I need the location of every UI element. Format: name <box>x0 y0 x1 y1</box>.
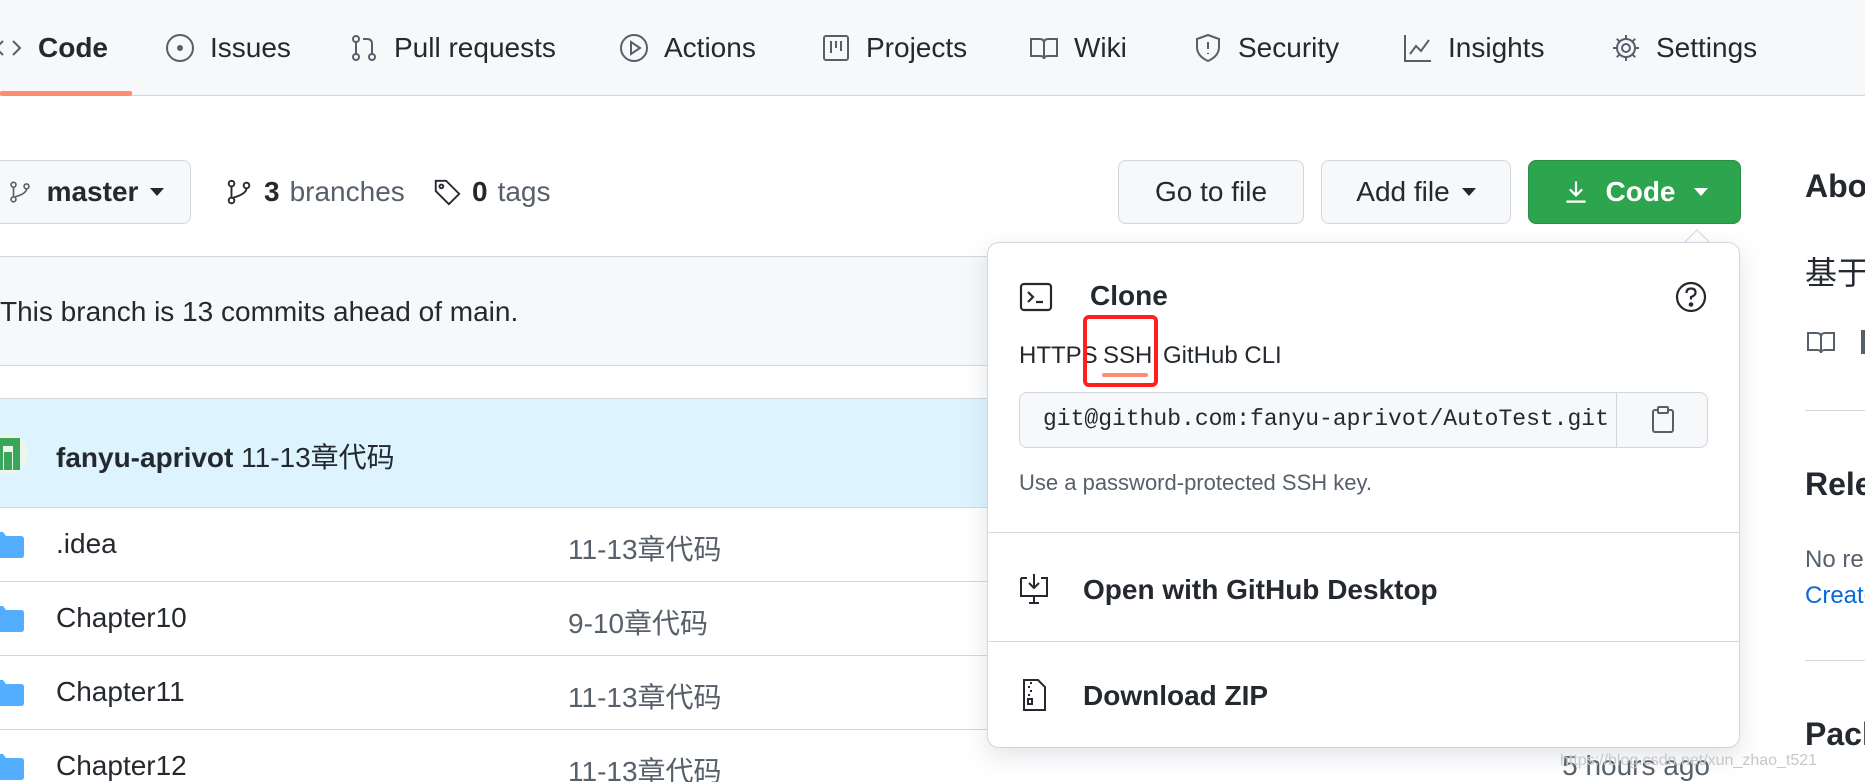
file-name[interactable]: .idea <box>56 528 117 560</box>
folder-icon <box>0 606 24 632</box>
tab-label: Projects <box>866 32 968 63</box>
dropdown-divider <box>987 532 1740 533</box>
add-file-label: Add file <box>1356 176 1450 207</box>
tags-link[interactable]: 0 tags <box>432 176 551 208</box>
tags-count: 0 <box>472 176 488 207</box>
issue-icon <box>166 34 194 62</box>
tab-pull-requests[interactable]: Pull requests <box>348 28 556 68</box>
tab-label: Security <box>1238 32 1340 63</box>
go-to-file-label: Go to file <box>1154 176 1268 207</box>
clone-url-text[interactable]: git@github.com:fanyu-aprivot/AutoTest.gi… <box>1043 406 1609 432</box>
code-button-label: Code <box>1605 176 1676 207</box>
clone-title: Clone <box>1090 280 1168 311</box>
play-icon <box>620 34 648 62</box>
branch-ahead-text: This branch is 13 commits ahead of main. <box>0 296 519 327</box>
tab-label: Wiki <box>1074 32 1127 63</box>
dropdown-divider <box>987 641 1740 642</box>
tab-settings[interactable]: Settings <box>1610 28 1757 68</box>
graph-icon <box>1404 35 1431 62</box>
tab-label: Code <box>38 32 108 63</box>
repo-description: 基于 <box>1805 255 1865 291</box>
tab-issues[interactable]: Issues <box>164 28 291 68</box>
tab-label: Settings <box>1656 32 1758 63</box>
tab-insights[interactable]: Insights <box>1402 28 1545 68</box>
tab-label: Pull requests <box>394 32 556 63</box>
project-icon <box>823 35 849 61</box>
about-heading: Abo <box>1805 168 1865 204</box>
tab-github-cli[interactable]: GitHub CLI <box>1163 342 1282 370</box>
branch-icon <box>9 181 30 203</box>
chevron-down-icon <box>150 188 165 196</box>
desktop-download-icon <box>1020 574 1048 604</box>
file-name[interactable]: Chapter10 <box>56 602 187 634</box>
pull-request-icon <box>352 35 376 61</box>
latest-commit-text: fanyu-aprivot 11-13章代码 <box>56 436 395 476</box>
chevron-down-icon <box>1461 188 1476 196</box>
folder-icon <box>0 532 24 558</box>
branches-label: branches <box>289 176 405 207</box>
tab-projects[interactable]: Projects <box>820 28 967 68</box>
packages-heading[interactable]: Pack <box>1805 716 1865 753</box>
book-icon <box>1807 332 1835 354</box>
tab-security[interactable]: Security <box>1192 28 1339 68</box>
tab-label: Insights <box>1448 32 1545 63</box>
annotation-highlight-box <box>1083 315 1158 387</box>
branch-select-button[interactable]: master <box>0 160 191 224</box>
tab-label: Actions <box>664 32 756 63</box>
file-zip-icon <box>1023 679 1046 711</box>
branch-name: master <box>46 176 139 207</box>
branches-count: 3 <box>264 176 280 207</box>
branches-link[interactable]: 3 branches <box>224 176 405 208</box>
commit-message[interactable]: 11-13章代码 <box>241 442 395 473</box>
code-icon <box>0 40 22 56</box>
table-row: Chapter10 9-10章代码 <box>0 582 1010 656</box>
download-zip-button[interactable]: Download ZIP <box>1083 680 1268 712</box>
tags-label: tags <box>497 176 551 207</box>
table-row: Chapter11 11-13章代码 <box>0 656 1010 730</box>
create-release-link[interactable]: Create <box>1805 582 1865 610</box>
tab-label: Issues <box>210 32 291 63</box>
shield-icon <box>1196 33 1220 63</box>
table-row: Chapter12 11-13章代码 <box>0 730 1010 782</box>
tab-actions[interactable]: Actions <box>618 28 756 68</box>
active-tab-underline <box>0 91 132 96</box>
watermark-text: https://blog.csdn.net/xun_zhao_t521 <box>1560 752 1818 769</box>
no-releases-text: No re <box>1805 546 1864 573</box>
sidebar-divider <box>1805 660 1865 661</box>
folder-icon <box>0 754 24 780</box>
help-icon[interactable] <box>1674 280 1708 314</box>
repo-nav: Code Issues Pull requests Actions Projec… <box>0 0 1865 96</box>
file-commit-message[interactable]: 11-13章代码 <box>568 750 722 782</box>
book-icon <box>1030 38 1058 60</box>
clipboard-icon <box>1651 406 1674 433</box>
file-commit-message[interactable]: 11-13章代码 <box>568 528 722 568</box>
tab-wiki[interactable]: Wiki <box>1028 28 1127 68</box>
file-name[interactable]: Chapter11 <box>56 676 185 708</box>
terminal-icon <box>1019 282 1053 312</box>
tag-icon <box>434 179 461 206</box>
gear-icon <box>1613 35 1639 61</box>
file-commit-message[interactable]: 11-13章代码 <box>568 676 722 716</box>
code-button[interactable]: Code <box>1528 160 1741 224</box>
tab-code[interactable]: Code <box>0 28 108 68</box>
file-commit-message[interactable]: 9-10章代码 <box>568 602 708 642</box>
copy-button[interactable] <box>1616 392 1708 448</box>
download-icon <box>1565 181 1586 203</box>
table-row: .idea 11-13章代码 <box>0 508 1010 582</box>
file-name[interactable]: Chapter12 <box>56 750 187 782</box>
readme-link-fragment[interactable] <box>1861 330 1865 354</box>
commit-author[interactable]: fanyu-aprivot <box>56 442 233 473</box>
add-file-button[interactable]: Add file <box>1321 160 1511 224</box>
branch-icon <box>227 179 251 205</box>
chevron-down-icon <box>1693 188 1708 196</box>
ssh-hint-text: Use a password-protected SSH key. <box>1019 470 1372 495</box>
go-to-file-button[interactable]: Go to file <box>1118 160 1304 224</box>
sidebar-divider <box>1805 410 1865 411</box>
releases-heading[interactable]: Rele <box>1805 466 1865 503</box>
folder-icon <box>0 680 24 706</box>
open-with-desktop-button[interactable]: Open with GitHub Desktop <box>1083 574 1438 606</box>
